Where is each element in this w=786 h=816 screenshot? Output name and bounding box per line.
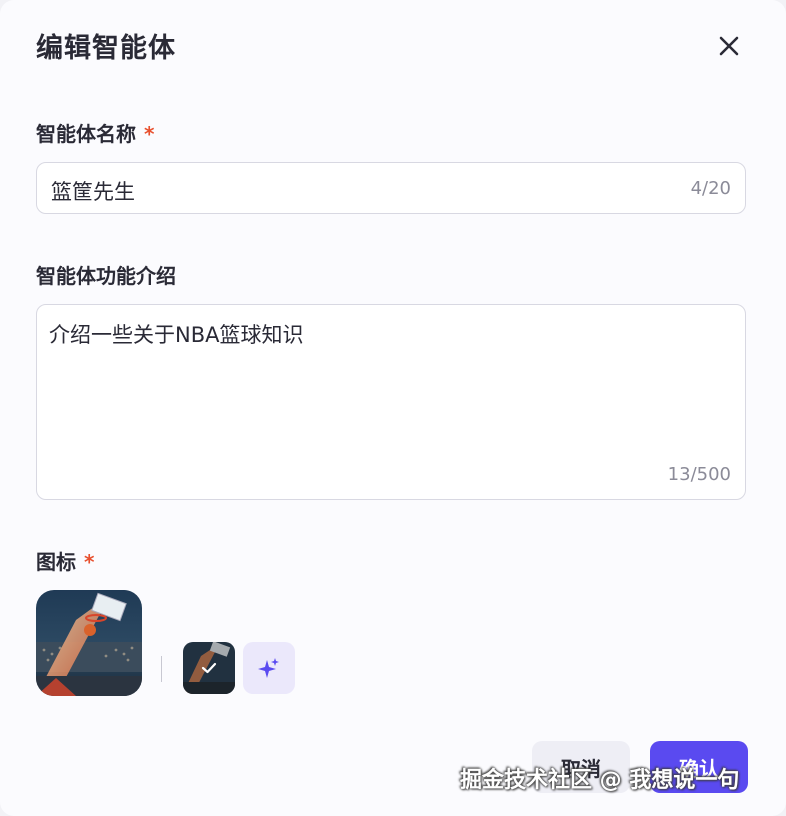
- watermark: 掘金技术社区 @ 我想说一句: [460, 768, 740, 793]
- required-mark: *: [84, 550, 95, 574]
- selected-icon-preview: [36, 590, 142, 696]
- basketball-arena-image: [36, 590, 142, 696]
- required-mark: *: [144, 122, 155, 146]
- description-char-counter: 13/500: [667, 464, 731, 485]
- name-label: 智能体名称 *: [36, 118, 154, 147]
- description-textarea[interactable]: 介绍一些关于NBA篮球知识 13/500: [36, 304, 746, 500]
- close-icon: [719, 36, 739, 56]
- name-char-counter: 4/20: [690, 178, 731, 199]
- check-icon: [201, 662, 217, 674]
- dialog-title: 编辑智能体: [36, 33, 176, 64]
- icon-option-selected[interactable]: [183, 642, 235, 694]
- description-label: 智能体功能介绍: [36, 264, 176, 288]
- close-button[interactable]: [710, 28, 748, 64]
- divider: [161, 656, 162, 682]
- icon-label-text: 图标: [36, 550, 76, 574]
- edit-agent-dialog: 编辑智能体 智能体名称 * 篮筐先生 4/20 智能体功能介绍 介绍一些关于NBA…: [0, 0, 786, 816]
- name-label-text: 智能体名称: [36, 122, 136, 146]
- name-input-value: 篮筐先生: [51, 180, 135, 204]
- generate-icon-button[interactable]: [243, 642, 295, 694]
- description-value: 介绍一些关于NBA篮球知识: [49, 323, 304, 347]
- icon-label: 图标 *: [36, 546, 94, 575]
- sparkle-icon: [258, 658, 279, 678]
- name-input[interactable]: 篮筐先生 4/20: [36, 162, 746, 214]
